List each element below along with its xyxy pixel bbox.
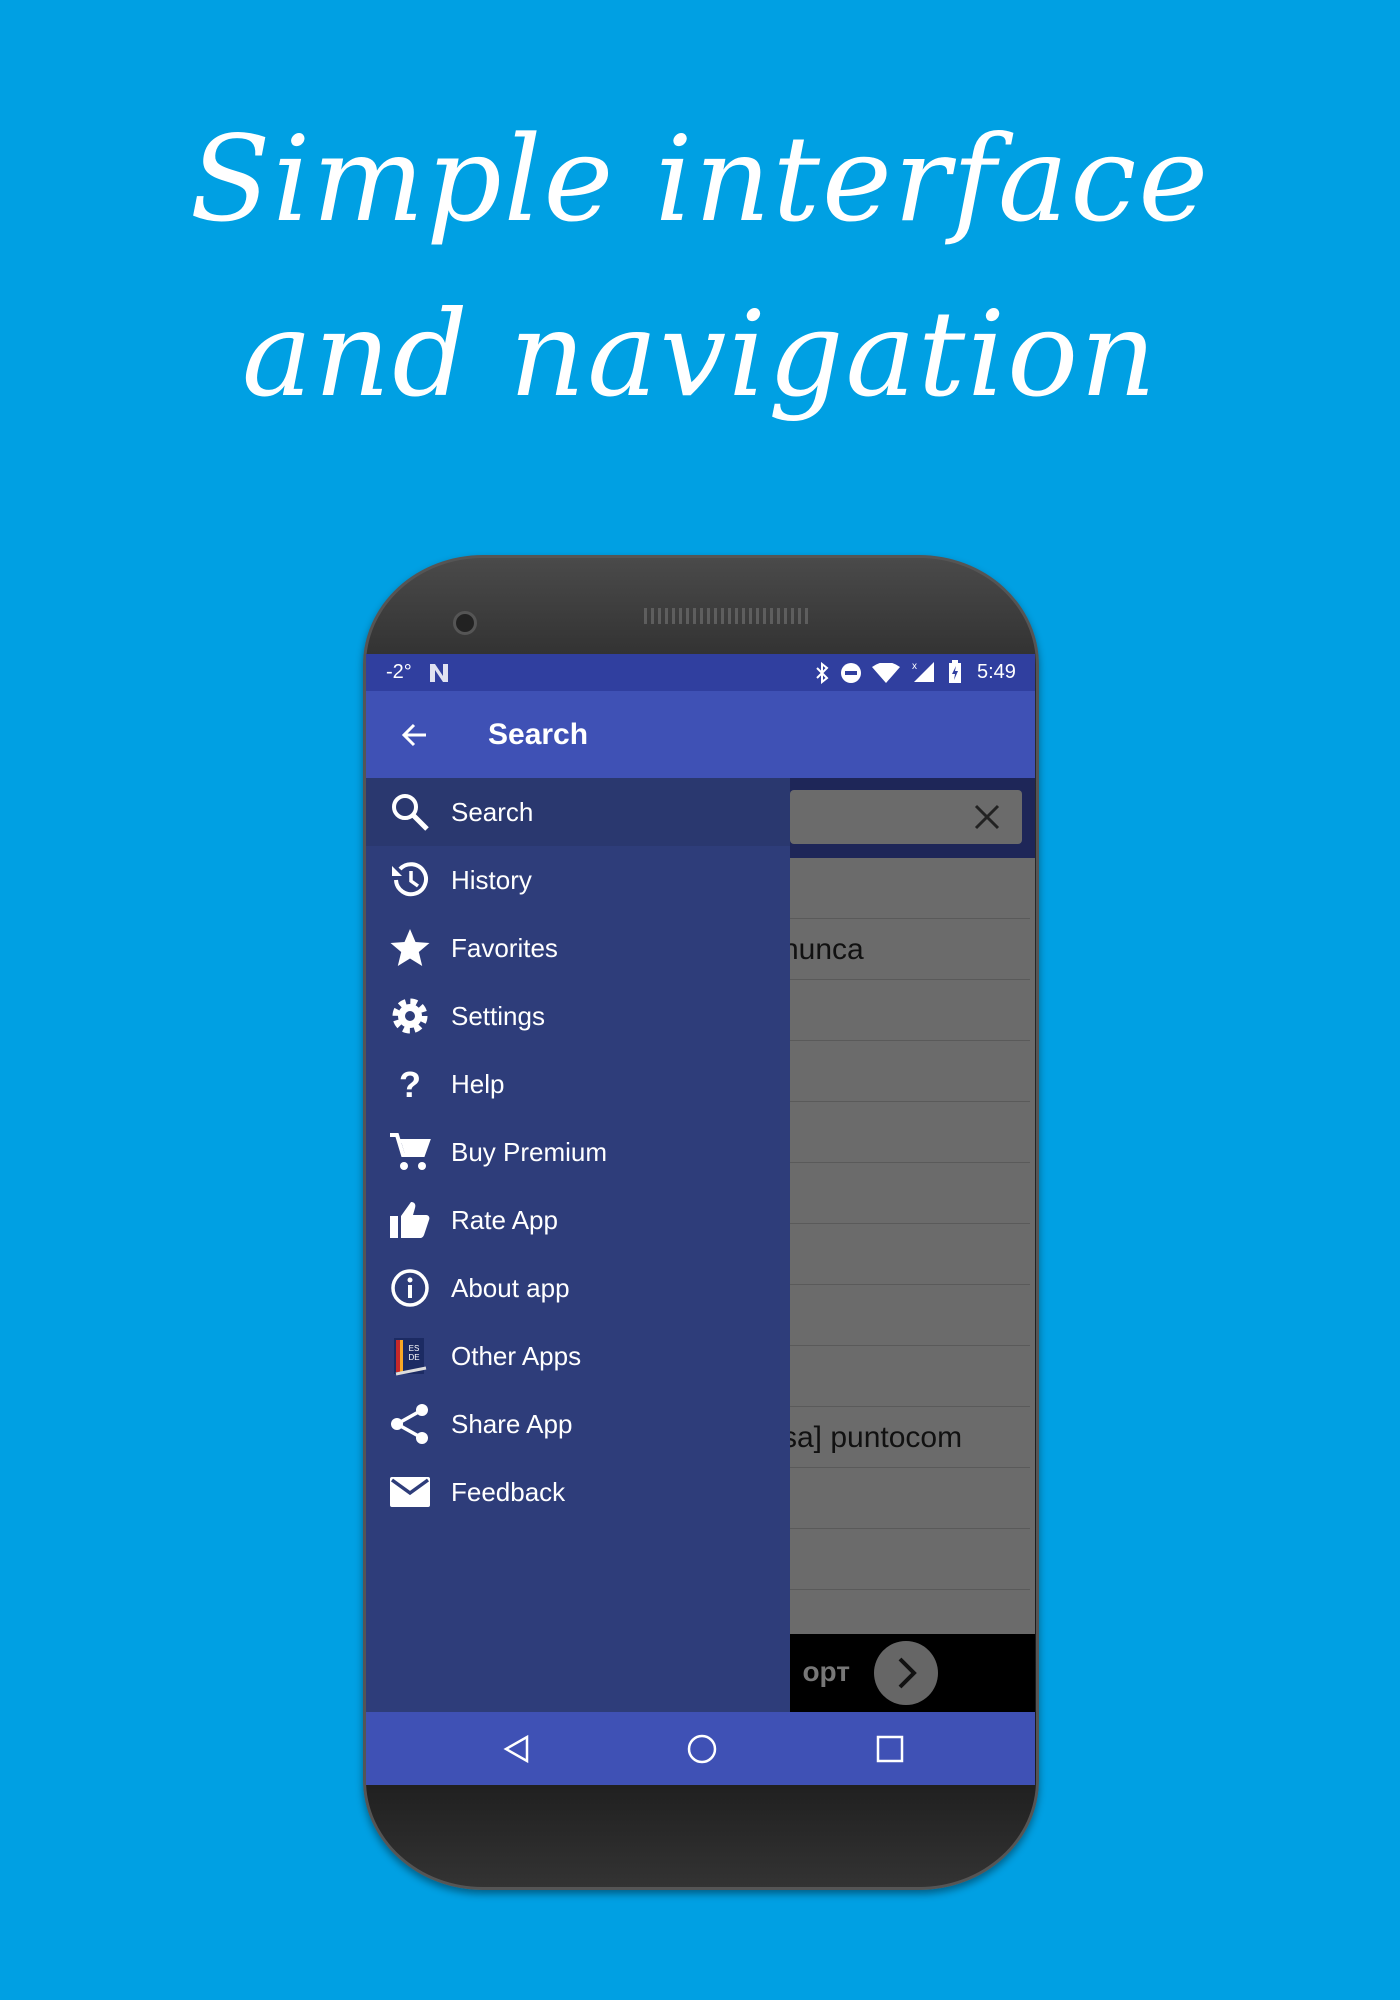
drawer-item-favorites[interactable]: Favorites <box>366 914 790 982</box>
back-triangle-icon[interactable] <box>502 1734 530 1764</box>
camera <box>453 611 477 635</box>
speaker-grille <box>644 608 810 624</box>
svg-text:?: ? <box>399 1064 421 1105</box>
drawer-item-search[interactable]: Search <box>366 778 790 846</box>
drawer-item-settings[interactable]: Settings <box>366 982 790 1050</box>
result-row[interactable] <box>790 1285 1030 1346</box>
temperature: -2° <box>386 661 412 683</box>
do-not-disturb-icon <box>841 663 861 683</box>
history-icon <box>388 858 432 902</box>
drawer-item-label: Search <box>451 796 534 827</box>
result-row[interactable] <box>790 980 1030 1041</box>
question-icon: ? <box>388 1062 432 1106</box>
drawer-item-label: Share App <box>451 1408 573 1439</box>
result-text: nunca <box>790 933 864 966</box>
dictionary-app-icon: ES DE <box>388 1334 432 1378</box>
result-row[interactable] <box>790 858 1030 919</box>
headline-line-1: Simple interface <box>189 110 1211 248</box>
drawer-item-label: Settings <box>451 1000 545 1031</box>
drawer-item-help[interactable]: ? Help <box>366 1050 790 1118</box>
thumbs-up-icon <box>388 1198 432 1242</box>
result-row[interactable] <box>790 1468 1030 1529</box>
share-icon <box>388 1402 432 1446</box>
info-icon <box>388 1266 432 1310</box>
drawer-item-about-app[interactable]: About app <box>366 1254 790 1322</box>
close-icon[interactable] <box>974 804 1000 830</box>
ad-text: орт <box>802 1656 850 1687</box>
result-row[interactable] <box>790 1224 1030 1285</box>
svg-text:DE: DE <box>408 1353 419 1362</box>
result-row[interactable] <box>790 1529 1030 1590</box>
search-icon <box>388 790 432 834</box>
result-row[interactable] <box>790 1163 1030 1224</box>
status-bar: -2° x 5:49 <box>366 654 1035 691</box>
drawer-item-label: Feedback <box>451 1476 566 1507</box>
drawer-item-label: Rate App <box>451 1204 558 1235</box>
drawer-item-buy-premium[interactable]: Buy Premium <box>366 1118 790 1186</box>
arrow-left-icon[interactable] <box>400 721 428 749</box>
chevron-right-icon[interactable] <box>874 1641 938 1705</box>
mail-icon <box>388 1470 432 1514</box>
battery-charging-icon <box>949 660 961 683</box>
search-input[interactable] <box>790 790 1022 844</box>
n-icon <box>430 664 448 682</box>
result-row[interactable] <box>790 1041 1030 1102</box>
gear-icon <box>388 994 432 1038</box>
drawer-item-history[interactable]: History <box>366 846 790 914</box>
result-text: sa] puntocom <box>790 1421 963 1454</box>
drawer-item-share-app[interactable]: Share App <box>366 1390 790 1458</box>
drawer-item-label: Help <box>451 1068 505 1099</box>
star-icon <box>388 926 432 970</box>
result-row[interactable]: sa] puntocom <box>790 1407 1030 1468</box>
drawer-item-rate-app[interactable]: Rate App <box>366 1186 790 1254</box>
result-row[interactable] <box>790 1102 1030 1163</box>
bluetooth-icon <box>816 662 829 684</box>
result-row[interactable]: nunca <box>790 919 1030 980</box>
drawer-item-label: About app <box>451 1272 570 1303</box>
wifi-icon <box>872 663 900 683</box>
recents-square-icon[interactable] <box>876 1735 904 1763</box>
svg-text:x: x <box>912 661 917 672</box>
drawer-item-label: Buy Premium <box>451 1136 608 1167</box>
drawer-item-other-apps[interactable]: ES DE Other Apps <box>366 1322 790 1390</box>
app-bar: Search <box>366 691 1035 778</box>
system-nav-bar <box>366 1712 1035 1785</box>
page-title: Search <box>488 718 589 751</box>
svg-text:ES: ES <box>409 1344 420 1353</box>
home-circle-icon[interactable] <box>686 1733 718 1765</box>
phone-screen: -2° x 5:49 Search nunca sa] puntocom орт … <box>366 654 1035 1785</box>
drawer-item-label: History <box>451 864 532 895</box>
navigation-drawer: Search History Favorites Settings? Help Buy P… <box>366 778 790 1712</box>
result-row[interactable] <box>790 1346 1030 1407</box>
clock: 5:49 <box>977 661 1016 683</box>
signal-icon: x <box>912 661 934 682</box>
drawer-item-feedback[interactable]: Feedback <box>366 1458 790 1526</box>
cart-icon <box>388 1130 432 1174</box>
drawer-item-label: Favorites <box>451 932 558 963</box>
drawer-item-label: Other Apps <box>451 1340 582 1371</box>
headline-line-2: and navigation <box>241 285 1159 423</box>
